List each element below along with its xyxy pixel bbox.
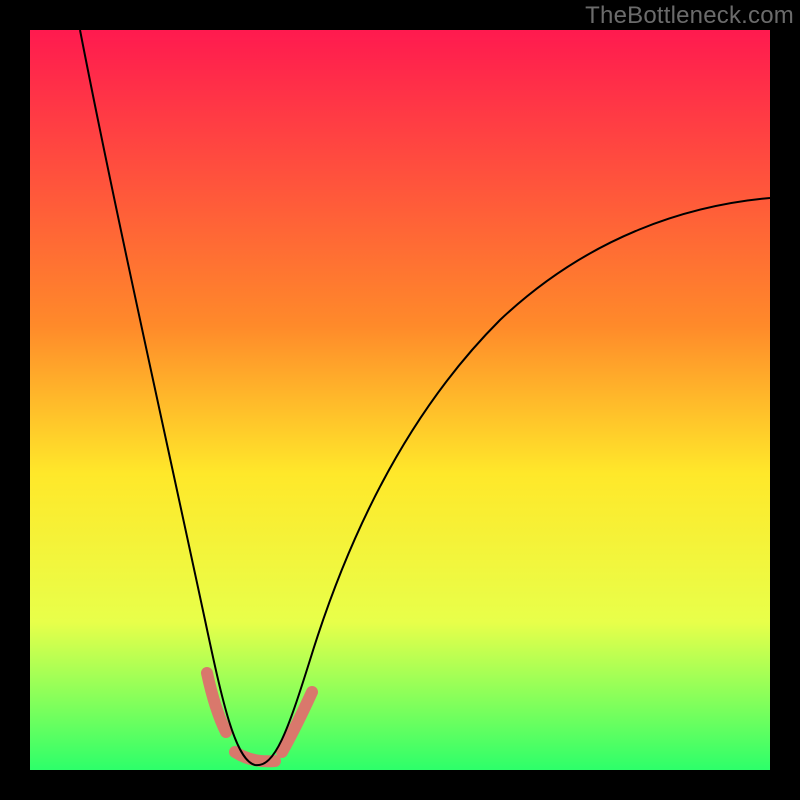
- watermark-text: TheBottleneck.com: [585, 2, 794, 30]
- plot-area: [30, 30, 770, 770]
- chart-stage: TheBottleneck.com: [0, 0, 800, 800]
- bottleneck-curve: [30, 30, 770, 770]
- curve-path: [80, 30, 770, 765]
